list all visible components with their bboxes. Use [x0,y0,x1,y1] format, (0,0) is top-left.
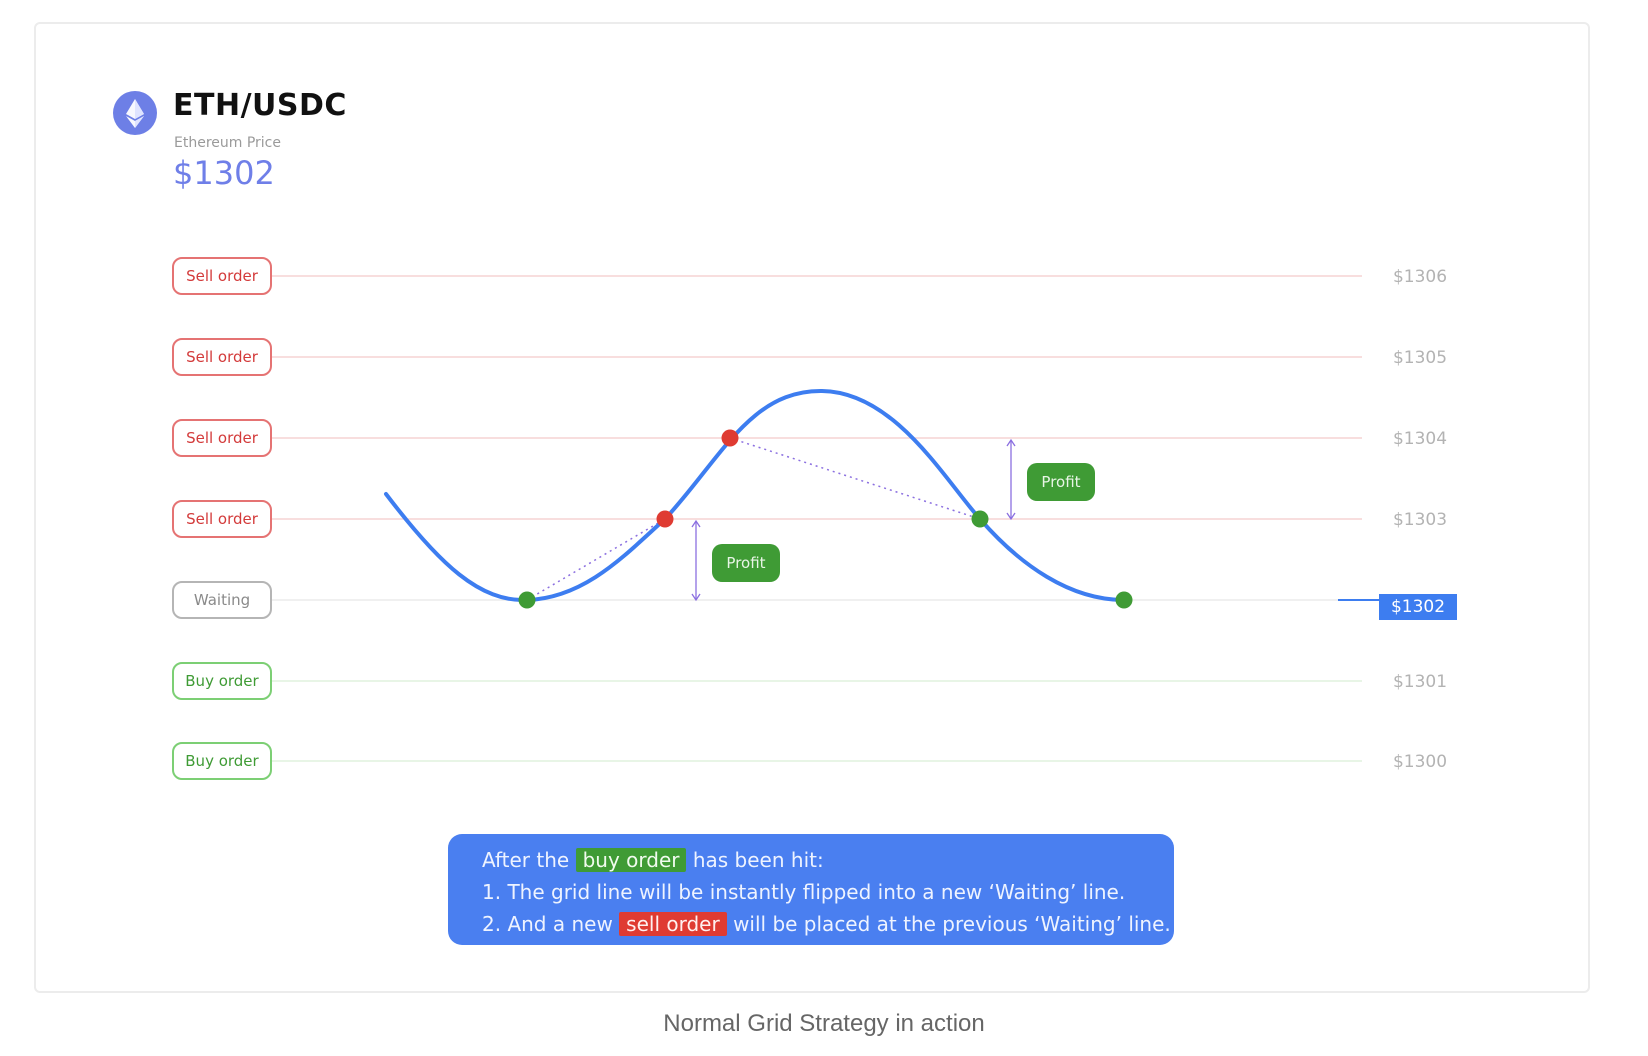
note-line-3-prefix: 2. And a new [482,912,613,936]
price-tick-1305: $1305 [1392,348,1448,368]
note-line-1: After the buy order has been hit: [482,844,1174,876]
buy-fill-point-1 [518,591,536,609]
profit-badge-2: Profit [1027,463,1095,501]
note-line-1-suffix: has been hit: [692,848,824,872]
order-pill-1300: Buy order [172,742,272,780]
buy-order-highlight: buy order [575,848,687,872]
profit-link-2 [729,437,981,520]
current-price-badge: $1302 [1379,594,1457,620]
note-line-3: 2. And a new sell order will be placed a… [482,908,1174,940]
profit-arrow-2 [1006,438,1016,521]
order-pill-1306: Sell order [172,257,272,295]
price-tick-1301: $1301 [1392,672,1448,692]
note-line-3-suffix: will be placed at the previous ‘Waiting’… [733,912,1171,936]
order-pill-1301: Buy order [172,662,272,700]
price-tick-1306: $1306 [1392,267,1448,287]
sell-order-highlight: sell order [619,912,727,936]
buy-fill-point-2 [971,510,989,528]
price-tick-1303: $1303 [1392,510,1448,530]
figure-caption: Normal Grid Strategy in action [663,1010,985,1037]
sell-fill-point-1 [656,510,674,528]
profit-arrow-1 [691,519,701,602]
note-line-1-prefix: After the [482,848,570,872]
note-line-2: 1. The grid line will be instantly flipp… [482,880,1126,904]
order-pill-1305: Sell order [172,338,272,376]
profit-badge-1: Profit [712,544,780,582]
profit-link-1 [526,518,666,601]
buy-fill-point-3 [1115,591,1133,609]
order-pill-1302: Waiting [172,581,272,619]
price-tick-1304: $1304 [1392,429,1448,449]
order-pill-1304: Sell order [172,419,272,457]
order-pill-1303: Sell order [172,500,272,538]
price-tick-1300: $1300 [1392,752,1448,772]
sell-fill-point-2 [721,429,739,447]
explanation-note: After the buy order has been hit: 1. The… [448,834,1174,945]
